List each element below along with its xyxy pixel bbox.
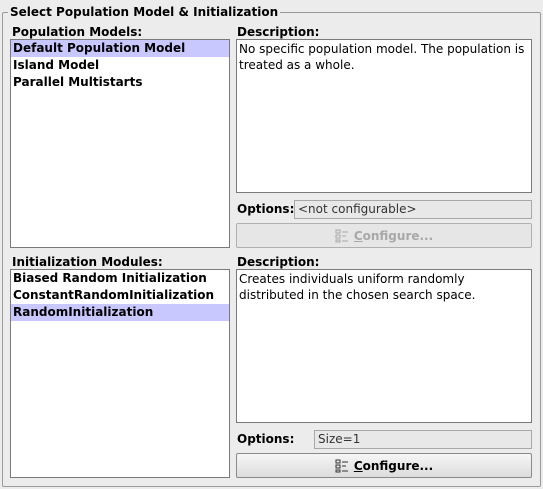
initialization-description-text: Creates individuals uniform randomly dis… (236, 269, 532, 423)
initialization-configure-label: Configure... (353, 458, 434, 473)
population-options-field: <not configurable> (294, 200, 532, 219)
list-item-constant-random-initialization[interactable]: ConstantRandomInitialization (11, 287, 229, 304)
population-options-label: Options: (237, 202, 295, 216)
population-configure-label: Configure... (353, 228, 434, 243)
initialization-description-label: Description: (237, 255, 320, 269)
population-configure-button[interactable]: Configure... (236, 223, 532, 248)
initialization-configure-button[interactable]: Configure... (236, 453, 532, 478)
initialization-options-field: Size=1 (314, 430, 532, 449)
panel-title: Select Population Model & Initialization (8, 5, 281, 19)
list-item-biased-random-initialization[interactable]: Biased Random Initialization (11, 270, 229, 287)
population-description-label: Description: (237, 25, 320, 39)
configure-icon (335, 459, 349, 473)
list-item-island-model[interactable]: Island Model (11, 57, 229, 74)
initialization-options-label: Options: (237, 432, 295, 446)
initialization-modules-list[interactable]: Biased Random Initialization ConstantRan… (10, 269, 230, 478)
population-description-text: No specific population model. The popula… (236, 39, 532, 193)
population-models-label: Population Models: (12, 25, 143, 39)
list-item-default-population-model[interactable]: Default Population Model (11, 40, 229, 57)
population-models-list[interactable]: Default Population Model Island Model Pa… (10, 39, 230, 248)
configure-icon (335, 229, 349, 243)
list-item-random-initialization[interactable]: RandomInitialization (11, 304, 229, 321)
list-item-parallel-multistarts[interactable]: Parallel Multistarts (11, 74, 229, 91)
initialization-modules-label: Initialization Modules: (12, 255, 163, 269)
